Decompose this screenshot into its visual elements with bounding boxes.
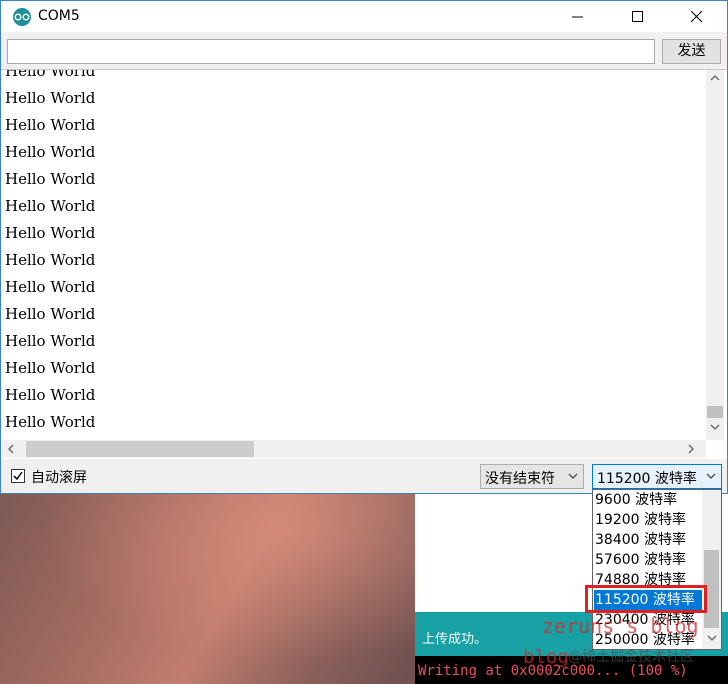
background-photo <box>0 494 415 684</box>
minimize-button[interactable] <box>555 1 601 32</box>
scroll-down-icon[interactable] <box>707 635 717 641</box>
close-button[interactable] <box>674 1 720 32</box>
serial-monitor-window: COM5 发送 Hello World Hello World Hello Worl… <box>0 0 728 494</box>
horizontal-scroll-thumb[interactable] <box>26 441 254 457</box>
baud-option[interactable]: 115200 波特率 <box>594 590 703 610</box>
window-title: COM5 <box>38 8 80 24</box>
output-line: Hello World <box>5 413 96 431</box>
baud-option[interactable]: 9600 波特率 <box>594 490 703 510</box>
output-line: Hello World <box>5 386 96 404</box>
chevron-down-icon <box>568 473 578 479</box>
checkmark-icon <box>13 471 23 481</box>
output-line: Hello World <box>5 278 96 296</box>
send-input[interactable] <box>7 39 655 64</box>
output-lines: Hello World Hello World Hello World Hello W… <box>5 69 96 461</box>
baud-option[interactable]: 38400 波特率 <box>594 530 703 550</box>
baud-rate-dropdown[interactable]: 250000 波特率 230400 波特率 115200 波特率 74880 波特率 5… <box>592 489 722 650</box>
baud-option[interactable]: 250000 波特率 <box>594 630 703 649</box>
send-button[interactable]: 发送 <box>662 39 721 64</box>
chevron-down-icon <box>706 473 716 479</box>
baud-rate-select[interactable]: 115200 波特率 <box>592 464 722 489</box>
output-line: Hello World <box>5 197 96 215</box>
scroll-up-icon[interactable] <box>710 75 720 81</box>
vertical-scroll-thumb[interactable] <box>707 406 723 418</box>
ide-status-text: 上传成功。 <box>422 632 488 647</box>
vertical-scrollbar[interactable] <box>706 70 724 440</box>
output-line: Hello World <box>5 89 96 107</box>
output-line: Hello World <box>5 116 96 134</box>
autoscroll-label[interactable]: 自动滚屏 <box>31 467 87 487</box>
arduino-icon <box>13 8 31 26</box>
line-ending-value: 没有结束符 <box>485 471 555 487</box>
scroll-right-icon[interactable] <box>688 444 694 454</box>
baud-option[interactable]: 19200 波特率 <box>594 510 703 530</box>
ide-console-text: Writing at 0x0002c000... (100 %) <box>418 663 688 679</box>
horizontal-scrollbar[interactable] <box>2 440 706 458</box>
dropdown-scrollbar[interactable] <box>702 490 721 649</box>
baud-option[interactable]: 57600 波特率 <box>594 550 703 570</box>
scroll-down-icon[interactable] <box>710 424 720 430</box>
baud-rate-value: 115200 波特率 <box>597 471 697 487</box>
baud-option[interactable]: 74880 波特率 <box>594 570 703 590</box>
serial-output[interactable]: Hello World Hello World Hello World Hello W… <box>1 69 727 461</box>
title-bar[interactable]: COM5 <box>1 1 727 32</box>
baud-option[interactable]: 230400 波特率 <box>594 610 703 630</box>
output-line: Hello World <box>5 305 96 323</box>
maximize-button[interactable] <box>615 1 661 32</box>
autoscroll-checkbox[interactable] <box>11 469 25 483</box>
output-line: Hello World <box>5 251 96 269</box>
scroll-left-icon[interactable] <box>8 444 14 454</box>
output-line: Hello World <box>5 170 96 188</box>
line-ending-select[interactable]: 没有结束符 <box>480 464 584 489</box>
output-line: Hello World <box>5 359 96 377</box>
output-line: Hello World <box>5 69 96 80</box>
output-line: Hello World <box>5 143 96 161</box>
output-line: Hello World <box>5 332 96 350</box>
output-line: Hello World <box>5 224 96 242</box>
dropdown-scroll-thumb[interactable] <box>704 550 719 628</box>
